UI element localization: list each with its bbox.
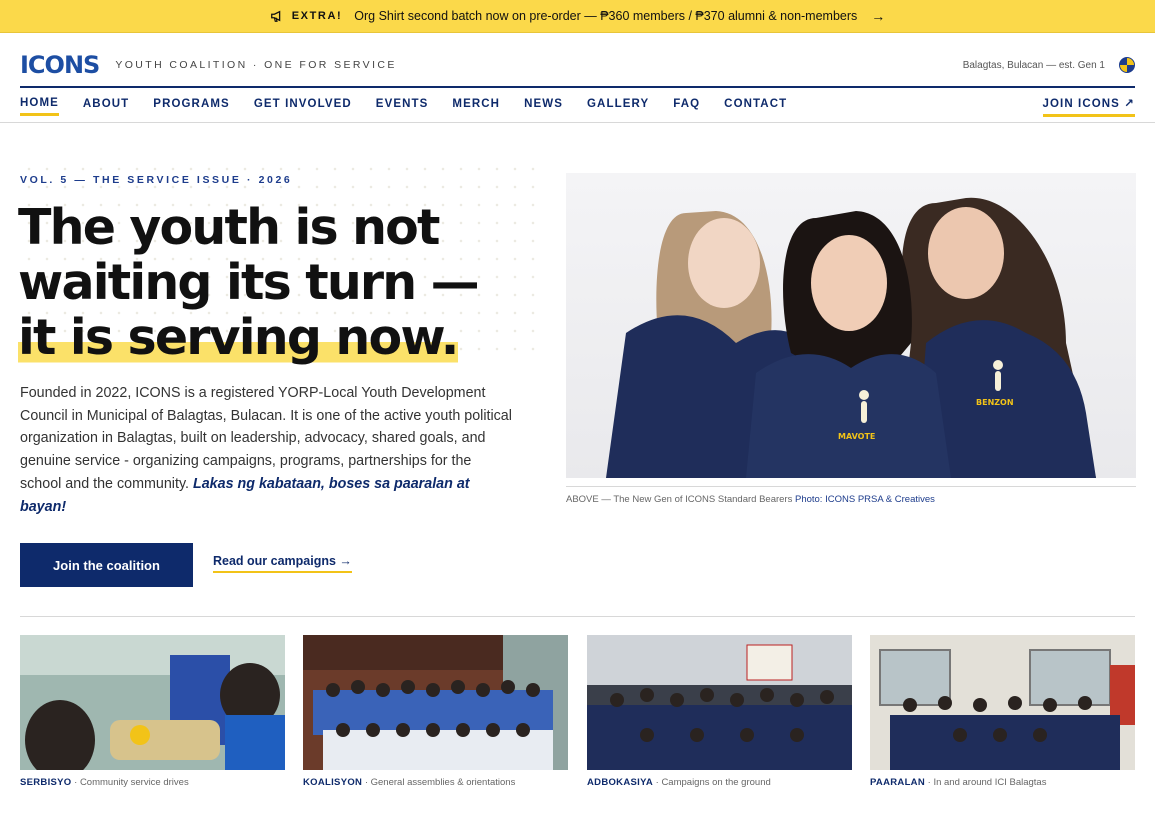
hero-headline: The youth is not waiting its turn — it i… — [18, 199, 558, 366]
hero-intro: Founded in 2022, ICONS is a registered Y… — [20, 382, 515, 518]
photo-credit[interactable]: Photo: ICONS PRSA & Creatives — [795, 494, 935, 505]
nav-programs[interactable]: PROGRAMS — [153, 98, 230, 114]
koalisyon-photo — [303, 635, 568, 770]
gallery-caption-adbokasiya: ADBOKASIYA · Campaigns on the ground — [587, 777, 771, 788]
gallery-card-koalisyon[interactable] — [303, 635, 568, 770]
issue-kicker: VOL. 5 — THE SERVICE ISSUE · 2026 — [20, 174, 293, 186]
announcement-text: Org Shirt second batch now on pre-order … — [354, 9, 858, 23]
shirt-label-2: BENZON — [976, 398, 1014, 407]
nav-merch[interactable]: MERCH — [452, 98, 500, 114]
paaralan-photo — [870, 635, 1135, 770]
photo-caption: ABOVE — The New Gen of ICONS Standard Be… — [566, 494, 935, 505]
location-text: Balagtas, Bulacan — est. Gen 1 — [962, 59, 1105, 71]
nav-faq[interactable]: FAQ — [673, 98, 700, 114]
megaphone-icon — [270, 10, 280, 22]
headline-line-1: The youth is not — [18, 199, 440, 256]
language-globe-icon[interactable] — [1119, 57, 1135, 73]
gallery-card-serbisyo[interactable] — [20, 635, 285, 770]
icons-logo[interactable]: ICONS — [20, 51, 100, 79]
announcement-label: EXTRA! — [291, 10, 343, 22]
nav-join-icons[interactable]: JOIN ICONS ↗ — [1042, 96, 1135, 117]
read-campaigns-link[interactable]: Read our campaigns → — [213, 554, 352, 573]
shirt-label-1: MAVOTE — [838, 432, 875, 441]
caption-divider — [566, 486, 1136, 487]
gallery-caption-serbisyo: SERBISYO · Community service drives — [20, 777, 189, 788]
gallery-card-adbokasiya[interactable] — [587, 635, 852, 770]
nav-events[interactable]: EVENTS — [376, 98, 429, 114]
nav-news[interactable]: NEWS — [524, 98, 563, 114]
headline-line-3: it is serving now. — [18, 309, 459, 366]
nav-about[interactable]: ABOUT — [83, 98, 129, 114]
nav-contact[interactable]: CONTACT — [724, 98, 787, 114]
nav-home[interactable]: HOME — [20, 97, 59, 116]
logo-text: ICONS — [20, 51, 100, 79]
arrow-right-icon: → — [871, 8, 886, 24]
standard-bearers-illustration: MAVOTE BENZON — [606, 197, 1096, 478]
serbisyo-photo — [20, 635, 285, 770]
caption-text: ABOVE — The New Gen of ICONS Standard Be… — [566, 494, 793, 505]
nav-divider — [0, 122, 1155, 123]
main-nav: HOME ABOUT PROGRAMS GET INVOLVED EVENTS … — [20, 96, 1135, 117]
adbokasiya-photo — [587, 635, 852, 770]
gallery-caption-koalisyon: KOALISYON · General assemblies & orienta… — [303, 777, 516, 788]
hero-photo: MAVOTE BENZON — [566, 173, 1136, 478]
nav-gallery[interactable]: GALLERY — [587, 98, 649, 114]
brand-row: ICONS YOUTH COALITION · ONE FOR SERVICE … — [20, 48, 1135, 82]
join-coalition-button[interactable]: Join the coalition — [20, 543, 193, 587]
gallery-caption-paaralan: PAARALAN · In and around ICI Balagtas — [870, 777, 1047, 788]
header-divider — [20, 86, 1135, 88]
tagline: YOUTH COALITION · ONE FOR SERVICE — [115, 59, 397, 71]
section-divider — [20, 616, 1135, 617]
nav-get-involved[interactable]: GET INVOLVED — [254, 98, 352, 114]
gallery-card-paaralan[interactable] — [870, 635, 1135, 770]
headline-line-2: waiting its turn — — [18, 254, 480, 311]
announcement-bar[interactable]: EXTRA! Org Shirt second batch now on pre… — [0, 0, 1155, 33]
